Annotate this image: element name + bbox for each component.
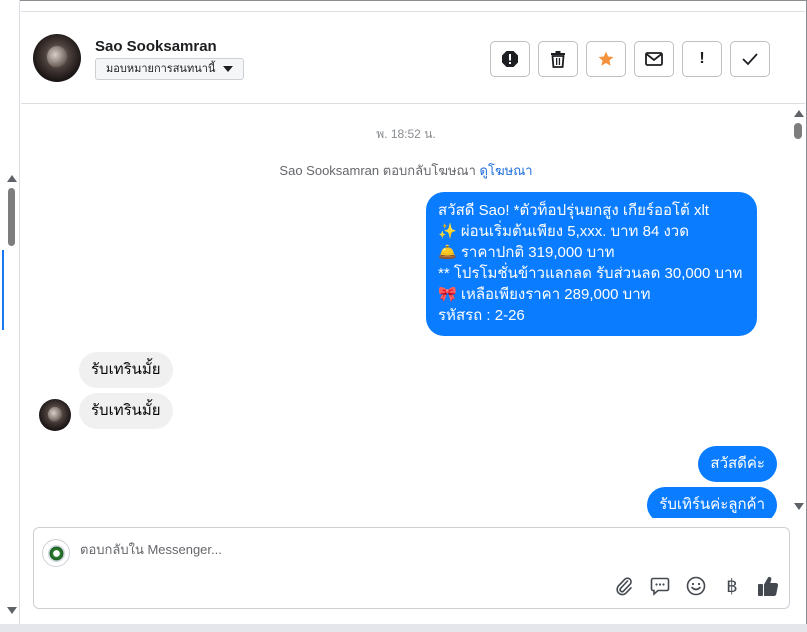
reply-input[interactable]: [80, 542, 760, 557]
scroll-down-arrow-icon[interactable]: [794, 503, 804, 510]
ad-line: สวัสดี Sao! *ตัวท็อปรุ่นยกสูง เกียร์ออโต…: [438, 202, 709, 219]
caret-down-icon: [223, 66, 234, 72]
paperclip-icon: [616, 577, 632, 596]
composer-tools: ฿: [613, 575, 779, 597]
ad-line: ✨ ผ่อนเริ่มต้นเพียง 5,xxx. บาท 84 งวด: [438, 223, 689, 240]
scroll-up-arrow-icon[interactable]: [7, 175, 17, 182]
scroll-thumb[interactable]: [8, 188, 15, 246]
smiley-icon: [686, 576, 706, 596]
ad-line: ** โปรโมชั่นข้าวแลกลด รับส่วนลด 30,000 บ…: [438, 265, 743, 282]
message-timestamp: พ. 18:52 น.: [376, 127, 436, 141]
contact-avatar-small[interactable]: [39, 399, 71, 431]
exclamation-icon: !: [699, 50, 705, 67]
conversation-header: Sao Sooksamran มอบหมายการสนทนานี้ !: [21, 12, 805, 104]
check-icon: [742, 53, 758, 66]
ad-line: 🛎️ ราคาปกติ 319,000 บาท: [438, 244, 615, 261]
scroll-up-arrow-icon[interactable]: [794, 110, 804, 117]
delete-button[interactable]: [538, 41, 578, 77]
contact-avatar[interactable]: [33, 34, 81, 82]
conversation-panel: Sao Sooksamran มอบหมายการสนทนานี้ ! พ. 1…: [21, 11, 805, 623]
star-icon: [598, 51, 614, 66]
ad-message-bubble[interactable]: สวัสดี Sao! *ตัวท็อปรุ่นยกสูง เกียร์ออโต…: [426, 192, 757, 336]
thread-scrollbar[interactable]: [791, 105, 805, 518]
emoji-button[interactable]: [685, 575, 707, 597]
baht-icon: ฿: [726, 575, 738, 597]
message-composer: ฿: [33, 527, 790, 609]
attach-button[interactable]: [613, 575, 635, 597]
assign-conversation-label: มอบหมายการสนทนานี้: [106, 63, 216, 75]
chat-bubble-icon: [650, 577, 670, 596]
saved-replies-button[interactable]: [649, 575, 671, 597]
message-thread[interactable]: พ. 18:52 น. Sao Sooksamran ตอบกลับโฆษณา …: [21, 105, 805, 518]
outgoing-message[interactable]: รับเทิร์นค่ะลูกค้า: [647, 487, 777, 518]
payment-button[interactable]: ฿: [721, 575, 743, 597]
incoming-message[interactable]: รับเทรินมั้ย: [79, 352, 173, 388]
thumbs-up-icon: [758, 576, 779, 597]
ad-reply-text: Sao Sooksamran ตอบกลับโฆษณา: [279, 163, 476, 178]
star-button[interactable]: [586, 41, 626, 77]
assign-conversation-dropdown[interactable]: มอบหมายการสนทนานี้: [95, 58, 245, 80]
action-toolbar: !: [490, 41, 770, 77]
like-button[interactable]: [757, 575, 779, 597]
trash-icon: [551, 51, 565, 68]
ad-line: รหัสรถ : 2-26: [438, 307, 525, 324]
contact-name[interactable]: Sao Sooksamran: [95, 38, 217, 55]
spam-icon: [502, 51, 518, 67]
mark-unread-button[interactable]: [634, 41, 674, 77]
mark-done-button[interactable]: [730, 41, 770, 77]
focus-indicator: [2, 250, 4, 330]
scroll-down-arrow-icon[interactable]: [7, 607, 17, 614]
follow-up-button[interactable]: !: [682, 41, 722, 77]
page-avatar: [42, 539, 70, 567]
scroll-thumb[interactable]: [794, 123, 802, 139]
left-scrollbar[interactable]: [0, 0, 20, 632]
view-ad-link[interactable]: ดูโฆษณา: [480, 163, 533, 178]
envelope-icon: [645, 52, 663, 66]
ad-line: 🎀 เหลือเพียงราคา 289,000 บาท: [438, 286, 651, 303]
incoming-message[interactable]: รับเทรินมั้ย: [79, 393, 173, 429]
mark-spam-button[interactable]: [490, 41, 530, 77]
ad-reply-note: Sao Sooksamran ตอบกลับโฆษณา ดูโฆษณา: [21, 160, 791, 181]
outgoing-message[interactable]: สวัสดีค่ะ: [698, 446, 777, 482]
bottom-bar: [0, 624, 807, 632]
